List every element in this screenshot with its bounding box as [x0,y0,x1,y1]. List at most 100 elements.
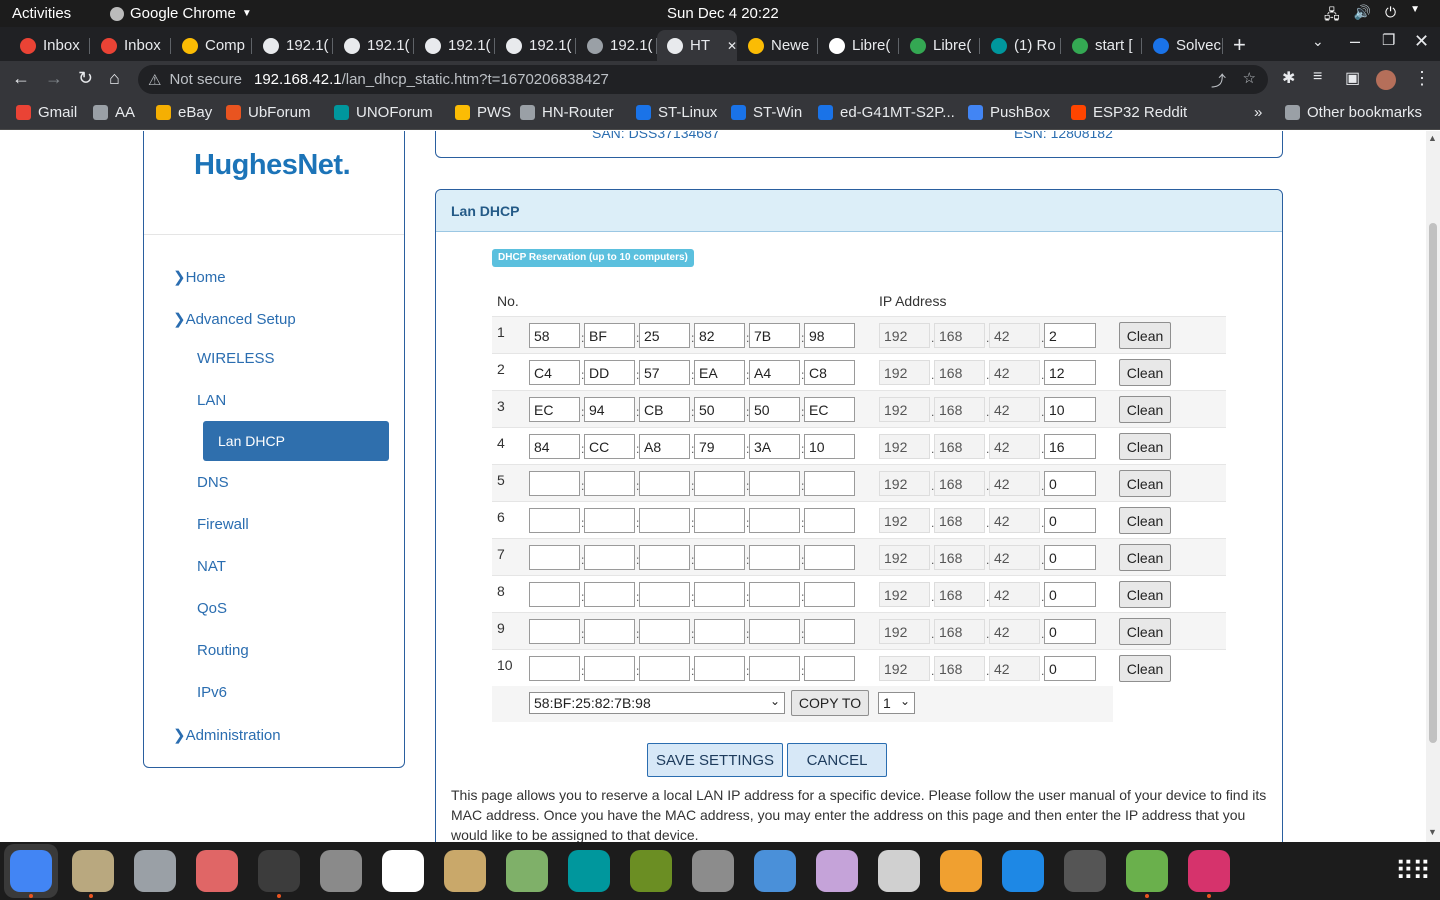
scrollbar-thumb[interactable] [1429,223,1437,743]
mac-octet-input[interactable] [639,508,690,533]
close-tab-icon[interactable]: ✕ [727,39,737,53]
nav-home[interactable]: ❯Home [173,268,226,286]
mac-octet-input[interactable] [639,582,690,607]
mac-octet-input[interactable] [529,434,580,459]
new-tab-button[interactable]: + [1233,32,1246,58]
radio-icon[interactable] [1188,850,1230,892]
mac-octet-input[interactable] [584,397,635,422]
save-settings-button[interactable]: SAVE SETTINGS [647,743,783,777]
nav-firewall[interactable]: Firewall [197,516,249,533]
bookmark-item[interactable]: ST-Win [731,104,802,121]
clock-icon[interactable] [134,850,176,892]
network-app-icon[interactable] [1002,850,1044,892]
clean-button[interactable]: Clean [1119,322,1171,349]
scroll-up-icon[interactable]: ▲ [1428,133,1437,143]
tab-search-icon[interactable]: ⌄ [1312,33,1324,50]
mac-select[interactable]: 58:BF:25:82:7B:98 ⌄ [529,692,785,714]
tab-2[interactable]: Inbox [91,30,171,61]
mac-octet-input[interactable] [529,619,580,644]
tab-10[interactable]: Newe [738,30,818,61]
maps-icon[interactable] [1064,850,1106,892]
mac-octet-input[interactable] [584,434,635,459]
mac-octet-input[interactable] [639,619,690,644]
ip-last-octet-input[interactable] [1044,619,1096,644]
page-scrollbar[interactable]: ▲ ▼ [1426,131,1440,842]
ip-last-octet-input[interactable] [1044,545,1096,570]
mac-octet-input[interactable] [639,656,690,681]
mac-octet-input[interactable] [639,323,690,348]
bookmark-item[interactable]: AA [93,104,135,121]
mac-octet-input[interactable] [804,508,855,533]
mac-octet-input[interactable] [694,471,745,496]
tab-5[interactable]: 192.1( [334,30,414,61]
maximize-icon[interactable]: ❐ [1382,31,1395,49]
bookmark-item[interactable]: eBay [156,104,212,121]
app-menu[interactable]: Google Chrome ▼ [110,5,252,22]
mac-octet-input[interactable] [694,619,745,644]
warning-icon[interactable]: ⚠ [148,71,161,89]
other-bookmarks[interactable]: Other bookmarks [1285,104,1422,121]
mac-octet-input[interactable] [584,656,635,681]
clean-button[interactable]: Clean [1119,433,1171,460]
mac-octet-input[interactable] [749,397,800,422]
mac-octet-input[interactable] [584,471,635,496]
mac-octet-input[interactable] [749,508,800,533]
mac-octet-input[interactable] [749,582,800,607]
mac-octet-input[interactable] [529,360,580,385]
security-label[interactable]: Not secure [169,71,242,88]
clock[interactable]: Sun Dec 4 20:22 [667,5,779,22]
nav-routing[interactable]: Routing [197,642,249,659]
mac-octet-input[interactable] [529,582,580,607]
settings-icon[interactable] [320,850,362,892]
clean-button[interactable]: Clean [1119,507,1171,534]
mac-octet-input[interactable] [749,619,800,644]
nav-nat[interactable]: NAT [197,558,226,575]
tweaks-icon[interactable] [816,850,858,892]
update-icon[interactable] [1126,850,1168,892]
tab-11[interactable]: Libre( [819,30,899,61]
arduino-icon[interactable] [568,850,610,892]
minimize-icon[interactable]: – [1350,31,1360,52]
mac-octet-input[interactable] [639,545,690,570]
activities-button[interactable]: Activities [12,5,71,22]
mac-octet-input[interactable] [749,656,800,681]
tab-3[interactable]: Comp [172,30,252,61]
cancel-button[interactable]: CANCEL [787,743,887,777]
clean-button[interactable]: Clean [1119,359,1171,386]
mac-octet-input[interactable] [694,656,745,681]
text-editor-icon[interactable] [382,850,424,892]
home-icon[interactable]: ⌂ [109,68,120,89]
mac-octet-input[interactable] [749,434,800,459]
mac-octet-input[interactable] [584,545,635,570]
mac-octet-input[interactable] [529,508,580,533]
ip-last-octet-input[interactable] [1044,397,1096,422]
terminal-icon[interactable] [258,850,300,892]
mac-octet-input[interactable] [529,323,580,348]
tab-8[interactable]: 192.1( [577,30,657,61]
nav-administration[interactable]: ❯Administration [173,726,281,744]
mac-octet-input[interactable] [694,582,745,607]
clean-button[interactable]: Clean [1119,655,1171,682]
mac-octet-input[interactable] [584,508,635,533]
bookmark-item[interactable]: PushBox [968,104,1050,121]
system-monitor-icon[interactable] [506,850,548,892]
mac-octet-input[interactable] [529,471,580,496]
mac-octet-input[interactable] [639,434,690,459]
more-bookmarks-icon[interactable]: » [1254,104,1262,121]
mac-octet-input[interactable] [639,360,690,385]
slot-select[interactable]: 1 ⌄ [878,692,915,714]
clean-button[interactable]: Clean [1119,581,1171,608]
clean-button[interactable]: Clean [1119,470,1171,497]
mac-octet-input[interactable] [804,397,855,422]
nav-qos[interactable]: QoS [197,600,227,617]
mac-octet-input[interactable] [804,360,855,385]
clean-button[interactable]: Clean [1119,544,1171,571]
close-window-icon[interactable]: ✕ [1414,31,1429,52]
chrome-icon[interactable] [10,850,52,892]
mac-octet-input[interactable] [749,360,800,385]
profile-avatar[interactable] [1376,70,1396,90]
scroll-down-icon[interactable]: ▼ [1428,827,1437,837]
tab-1[interactable]: Inbox [10,30,90,61]
mac-octet-input[interactable] [749,545,800,570]
tab-6[interactable]: 192.1( [415,30,495,61]
